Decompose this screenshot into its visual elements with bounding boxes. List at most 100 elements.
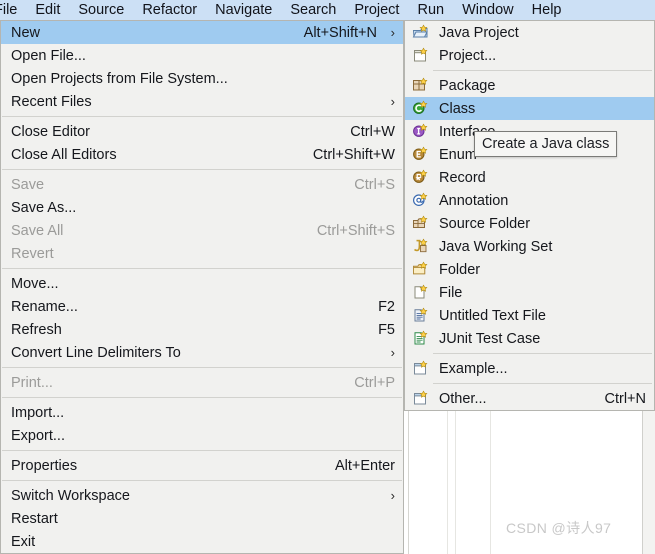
menubar-item-project[interactable]: Project [345,0,408,20]
menu-item-label: Save All [11,222,64,239]
eclipse-workbench-window: FileEditSourceRefactorNavigateSearchProj… [0,0,655,554]
menu-item-label: Refresh [11,321,62,338]
new-menu-item-file[interactable]: File [405,281,654,304]
menubar-item-file[interactable]: File [0,0,26,20]
interface-icon [412,123,430,140]
file-menu-item-save-as[interactable]: Save As... [1,196,403,219]
source-folder-icon [412,215,430,232]
menu-item-label: Open Projects from File System... [11,70,228,87]
menubar-item-help[interactable]: Help [523,0,571,20]
new-menu-item-project[interactable]: Project... [405,44,654,67]
csdn-watermark: CSDN @诗人97 [506,520,612,536]
menu-item-label: Restart [11,510,58,527]
menu-item-label: Close All Editors [11,146,117,163]
menu-item-shortcut: Alt+Shift+N [303,24,377,41]
file-menu-item-rename[interactable]: Rename... F2 [1,295,403,318]
menu-item-label: JUnit Test Case [439,330,541,347]
menu-separator [2,116,402,117]
file-menu-item-refresh[interactable]: Refresh F5 [1,318,403,341]
file-menu-item-exit[interactable]: Exit [1,530,403,553]
menu-item-shortcut: Ctrl+N [604,390,647,407]
submenu-chevron-right-icon: › [390,25,395,40]
file-menu-item-import[interactable]: Import... [1,401,403,424]
menu-separator [2,268,402,269]
enum-icon [412,146,430,163]
new-menu-item-other[interactable]: Other... Ctrl+N [405,387,654,410]
menu-item-label: Import... [11,404,65,421]
file-menu-item-switch-workspace[interactable]: Switch Workspace › [1,484,403,507]
file-menu-item-close-all-editors[interactable]: Close All Editors Ctrl+Shift+W [1,143,403,166]
file-menu-item-new[interactable]: New Alt+Shift+N › [1,21,403,44]
menu-item-label: Example... [439,360,508,377]
main-menu-bar[interactable]: FileEditSourceRefactorNavigateSearchProj… [0,0,655,21]
menu-item-label: Folder [439,261,481,278]
example-icon [412,360,430,377]
file-menu-item-convert-line-delimiters-to[interactable]: Convert Line Delimiters To › [1,341,403,364]
menu-item-label: Exit [11,533,36,550]
new-menu-item-example[interactable]: Example... [405,357,654,380]
file-menu-item-move[interactable]: Move... [1,272,403,295]
menu-separator [433,383,652,384]
menu-item-shortcut: Ctrl+P [354,374,395,391]
menubar-item-run[interactable]: Run [408,0,453,20]
menubar-item-navigate[interactable]: Navigate [206,0,281,20]
menu-separator [2,367,402,368]
file-menu-item-export[interactable]: Export... [1,424,403,447]
menu-separator [433,70,652,71]
menu-item-label: Enum [439,146,477,163]
menu-item-shortcut: Ctrl+W [350,123,395,140]
record-icon [412,169,430,186]
menubar-item-search[interactable]: Search [281,0,345,20]
menu-item-shortcut: F2 [378,298,395,315]
new-menu-item-java-working-set[interactable]: Java Working Set [405,235,654,258]
java-project-icon [412,24,430,41]
menu-item-shortcut: Ctrl+Shift+S [316,222,395,239]
menu-item-label: Package [439,77,496,94]
file-menu-item-restart[interactable]: Restart [1,507,403,530]
new-submenu-popup[interactable]: Java Project Project... Package Class Interf… [404,20,655,411]
menu-item-label: Project... [439,47,497,64]
menubar-item-refactor[interactable]: Refactor [133,0,206,20]
file-menu-popup[interactable]: New Alt+Shift+N › Open File... Open Projects… [0,20,404,554]
menu-item-shortcut: Ctrl+S [354,176,395,193]
menu-item-label: Java Project [439,24,519,41]
menubar-item-edit[interactable]: Edit [26,0,69,20]
new-menu-item-folder[interactable]: Folder [405,258,654,281]
project-icon [412,47,430,64]
file-menu-item-properties[interactable]: Properties Alt+Enter [1,454,403,477]
menu-separator [2,450,402,451]
file-menu-item-print: Print... Ctrl+P [1,371,403,394]
menu-item-label: Convert Line Delimiters To [11,344,181,361]
text-file-icon [412,307,430,324]
file-menu-item-close-editor[interactable]: Close Editor Ctrl+W [1,120,403,143]
tooltip-text: Create a Java class [482,136,610,152]
new-menu-item-junit-test-case[interactable]: JUnit Test Case [405,327,654,350]
menu-item-label: File [439,284,463,301]
menu-item-label: Print... [11,374,53,391]
new-menu-item-java-project[interactable]: Java Project [405,21,654,44]
new-menu-item-untitled-text-file[interactable]: Untitled Text File [405,304,654,327]
folder-icon [412,261,430,278]
file-menu-item-revert: Revert [1,242,403,265]
menu-separator [433,353,652,354]
menu-item-label: Open File... [11,47,86,64]
menu-item-label: Move... [11,275,59,292]
menu-item-label: Save As... [11,199,77,216]
menubar-item-window[interactable]: Window [453,0,523,20]
menu-item-label: Recent Files [11,93,92,110]
other-icon [412,390,430,407]
new-menu-item-source-folder[interactable]: Source Folder [405,212,654,235]
file-menu-item-open-file[interactable]: Open File... [1,44,403,67]
new-menu-item-annotation[interactable]: Annotation [405,189,654,212]
file-menu-item-open-projects-from-file-system[interactable]: Open Projects from File System... [1,67,403,90]
new-menu-item-record[interactable]: Record [405,166,654,189]
menubar-item-source[interactable]: Source [69,0,133,20]
menu-item-label: Properties [11,457,78,474]
menu-item-label: Record [439,169,486,186]
file-menu-item-recent-files[interactable]: Recent Files › [1,90,403,113]
menu-separator [2,169,402,170]
new-menu-item-class[interactable]: Class [405,97,654,120]
tooltip-create-java-class: Create a Java class [474,131,618,157]
menu-item-label: Export... [11,427,65,444]
new-menu-item-package[interactable]: Package [405,74,654,97]
